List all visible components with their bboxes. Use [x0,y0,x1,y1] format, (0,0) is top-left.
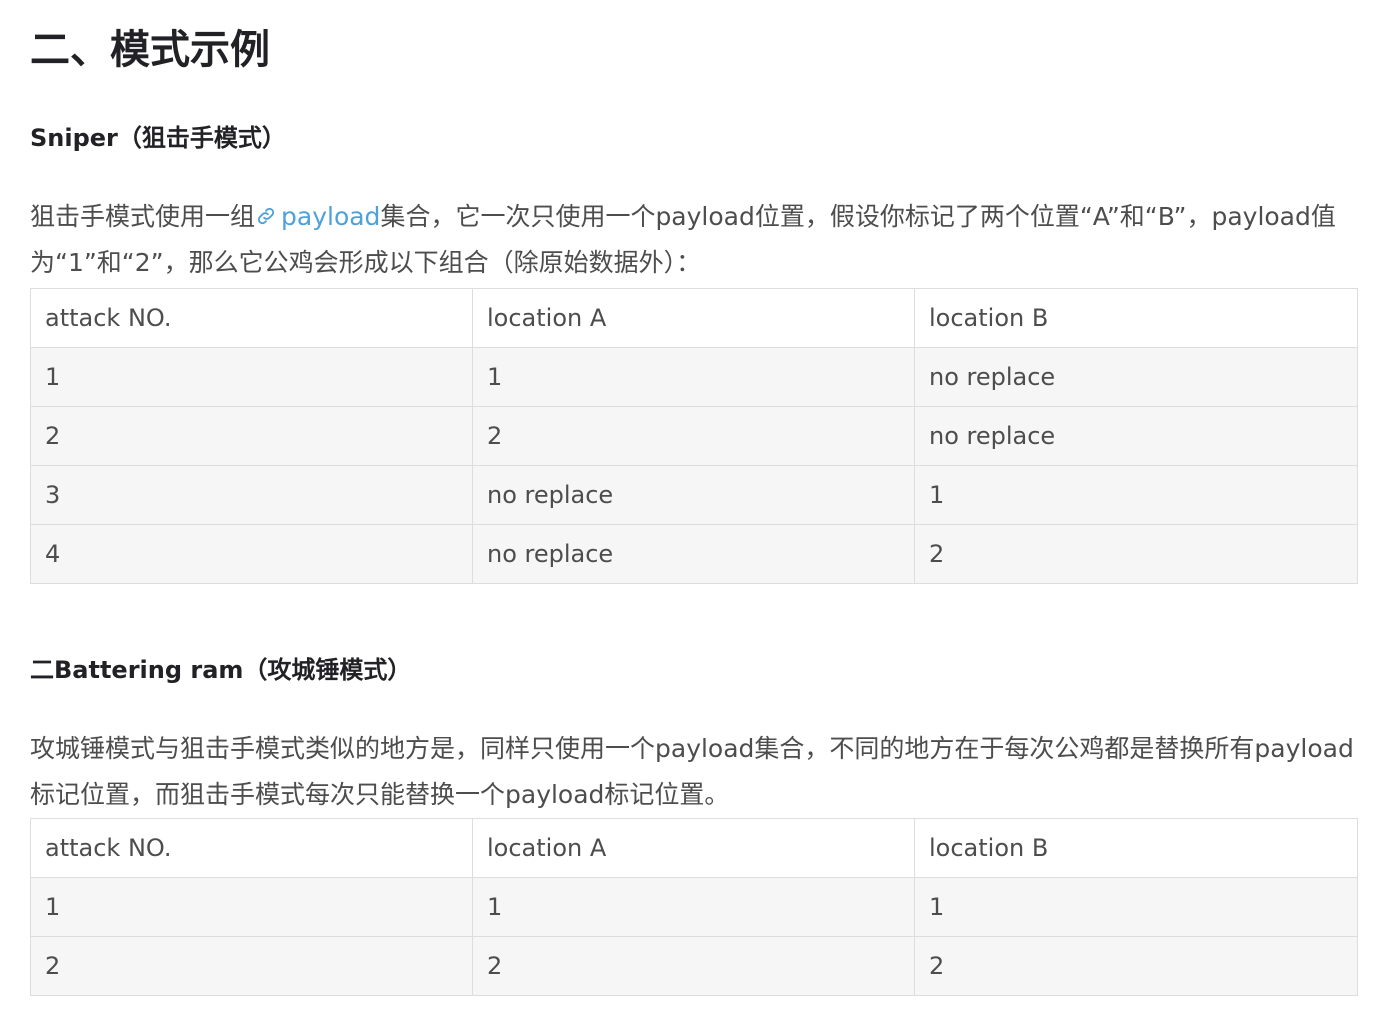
column-header-location-b: location B [914,818,1358,878]
table-row: 2 2 no replace [30,406,1358,466]
table-cell: 2 [914,936,1358,996]
table-cell: 1 [30,347,473,407]
link-icon [257,207,275,225]
table-cell: 2 [472,406,915,466]
table-cell: no replace [472,465,915,525]
table-header-row: attack NO. location A location B [30,818,1358,878]
column-header-location-a: location A [472,288,915,348]
table-cell: 2 [30,406,473,466]
article-content: 二、模式示例 Sniper（狙击手模式） 狙击手模式使用一组 payload集合，… [0,0,1397,1027]
table-cell: 2 [30,936,473,996]
table-cell: 1 [472,347,915,407]
sniper-description: 狙击手模式使用一组 payload集合，它一次只使用一个payload位置，假设你… [30,194,1360,286]
table-cell: 2 [914,524,1358,584]
table-cell: 1 [914,877,1358,937]
column-header-location-b: location B [914,288,1358,348]
battering-ram-combinations-table: attack NO. location A location B 1 1 1 2… [30,818,1358,996]
table-cell: 3 [30,465,473,525]
table-cell: 1 [30,877,473,937]
table-cell: no replace [914,406,1358,466]
table-row: 2 2 2 [30,936,1358,996]
battering-ram-mode-title: 二Battering ram（攻城锤模式） [30,656,412,684]
sniper-mode-title: Sniper（狙击手模式） [30,124,286,152]
column-header-location-a: location A [472,818,915,878]
battering-ram-description: 攻城锤模式与狙击手模式类似的地方是，同样只使用一个payload集合，不同的地方… [30,734,1354,809]
table-header-row: attack NO. location A location B [30,288,1358,348]
payload-keyword-link[interactable]: payload [281,202,380,231]
table-cell: no replace [472,524,915,584]
section-title: 二、模式示例 [30,27,270,73]
table-row: 4 no replace 2 [30,524,1358,584]
table-cell: no replace [914,347,1358,407]
table-cell: 4 [30,524,473,584]
table-cell: 1 [914,465,1358,525]
column-header-attack-no: attack NO. [30,818,473,878]
sniper-description-lead: 狙击手模式使用一组 [30,202,256,231]
table-row: 1 1 1 [30,877,1358,937]
sniper-combinations-table: attack NO. location A location B 1 1 no … [30,288,1358,584]
table-row: 1 1 no replace [30,347,1358,407]
table-cell: 2 [472,936,915,996]
table-row: 3 no replace 1 [30,465,1358,525]
column-header-attack-no: attack NO. [30,288,473,348]
table-cell: 1 [472,877,915,937]
